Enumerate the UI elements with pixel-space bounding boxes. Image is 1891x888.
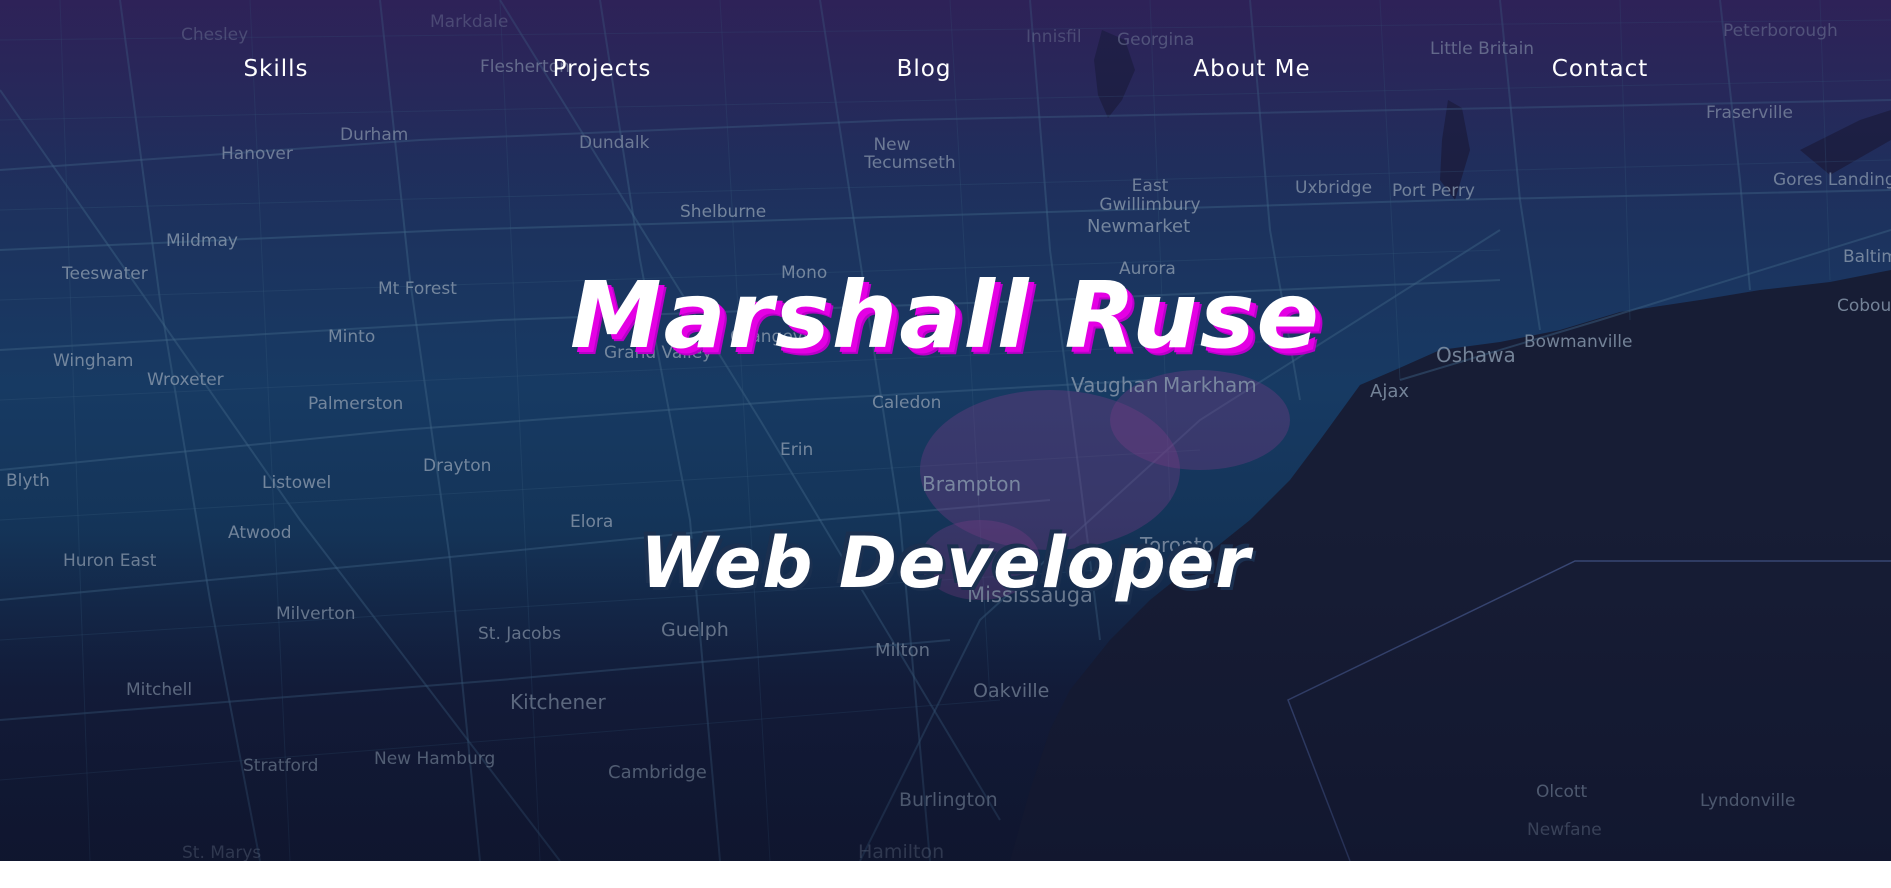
- map-label: Durham: [340, 125, 408, 145]
- map-label: Innisfil: [1026, 27, 1082, 47]
- map-label: East: [1132, 176, 1169, 196]
- map-label: Burlington: [899, 789, 998, 811]
- map-label: Port Perry: [1392, 181, 1475, 201]
- map-label: Markham: [1163, 373, 1257, 397]
- nav-link-projects[interactable]: Projects: [553, 56, 652, 82]
- map-label: Uxbridge: [1295, 178, 1372, 198]
- map-label: St. Jacobs: [478, 624, 561, 644]
- map-label: Kitchener: [510, 690, 606, 714]
- map-label: Ajax: [1370, 381, 1409, 402]
- map-label: Milton: [875, 640, 930, 661]
- map-label: Hanover: [221, 144, 293, 164]
- map-label: Blyth: [6, 471, 50, 491]
- nav-link-skills[interactable]: Skills: [243, 56, 308, 82]
- map-label: Wroxeter: [147, 370, 224, 390]
- map-label: Vaughan: [1071, 373, 1158, 397]
- background-map: Chesley Markdale Flesherton Innisfil Geo…: [0, 0, 1891, 861]
- map-label: Peterborough: [1723, 21, 1838, 41]
- map-label: Shelburne: [680, 202, 766, 222]
- lake-rice: [1800, 110, 1891, 175]
- map-label: Dundalk: [579, 133, 650, 153]
- nav-link-blog[interactable]: Blog: [897, 56, 952, 82]
- map-label: Drayton: [423, 456, 491, 476]
- map-label: St. Marys: [182, 843, 261, 861]
- nav-link-about-me[interactable]: About Me: [1193, 56, 1310, 82]
- map-label: Brampton: [922, 472, 1021, 496]
- map-label: Listowel: [262, 473, 331, 493]
- map-label: Milverton: [276, 604, 355, 624]
- map-label: Georgina: [1117, 30, 1194, 50]
- map-label: Markdale: [430, 12, 508, 32]
- map-label: Erin: [780, 440, 813, 460]
- nav-link-contact[interactable]: Contact: [1552, 56, 1648, 82]
- map-label: Newmarket: [1087, 216, 1190, 237]
- map-label: Stratford: [243, 756, 318, 776]
- map-label: New: [873, 135, 910, 155]
- map-label: Palmerston: [308, 394, 403, 414]
- map-label: Mitchell: [126, 680, 192, 700]
- map-label: Mildmay: [166, 231, 238, 251]
- map-label: New Hamburg: [374, 749, 495, 769]
- map-label: Fraserville: [1706, 103, 1793, 123]
- map-label: Cambridge: [608, 762, 707, 783]
- map-label: Lyndonville: [1700, 791, 1795, 811]
- hero-name: Marshall Ruse: [570, 262, 1321, 369]
- map-label: Guelph: [661, 619, 729, 641]
- map-label: Hamilton: [858, 841, 944, 861]
- map-label: Oakville: [973, 680, 1049, 702]
- map-label: Tecumseth: [863, 153, 955, 173]
- map-label: Olcott: [1536, 782, 1588, 802]
- map-label: Chesley: [181, 25, 248, 45]
- hero-role: Web Developer: [640, 522, 1251, 604]
- map-label: Gwillimbury: [1099, 195, 1200, 215]
- map-label: Caledon: [872, 393, 941, 413]
- main-nav: Skills Projects Blog About Me Contact: [0, 56, 1891, 96]
- map-label: Gores Landing: [1773, 170, 1891, 190]
- map-label: Newfane: [1527, 820, 1602, 840]
- hero-section: Chesley Markdale Flesherton Innisfil Geo…: [0, 0, 1891, 861]
